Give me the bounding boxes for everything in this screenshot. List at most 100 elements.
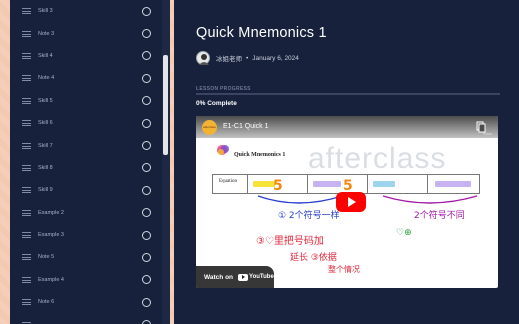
sidebar-scrollbar[interactable] <box>162 0 170 324</box>
sidebar-item[interactable]: Skill 6 <box>10 112 170 134</box>
completion-circle-icon[interactable] <box>142 141 151 151</box>
progress-bar <box>196 93 500 95</box>
completion-circle-icon[interactable] <box>142 185 151 195</box>
sidebar-item[interactable]: Example 4 <box>10 269 170 291</box>
completion-circle-icon[interactable] <box>142 6 151 16</box>
video-embed[interactable]: Quick Mnemonics 1 afterclass Equation 5 … <box>196 116 498 288</box>
completion-circle-icon[interactable] <box>142 96 151 106</box>
video-title[interactable]: E1-C1 Quick 1 <box>223 123 269 130</box>
lesson-list-icon <box>22 97 31 104</box>
highlight-purple <box>435 181 471 187</box>
share-label[interactable]: Share <box>483 132 492 136</box>
youtube-wordmark: YouTube <box>249 274 274 280</box>
equation-header-cell <box>213 175 248 193</box>
channel-logo[interactable]: afterclass <box>202 120 217 135</box>
equation-table: Equation 5 5 <box>212 174 480 194</box>
completion-circle-icon[interactable] <box>142 252 151 262</box>
sidebar-item[interactable]: Skill 7 <box>10 134 170 156</box>
lesson-list-icon <box>22 254 31 261</box>
sidebar-item[interactable] <box>10 313 170 324</box>
sidebar-item[interactable]: Example 2 <box>10 202 170 224</box>
completion-circle-icon[interactable] <box>142 51 151 61</box>
equation-label: Equation <box>219 179 238 184</box>
board-title: Quick Mnemonics 1 <box>234 152 286 158</box>
meta-separator: • <box>246 54 249 62</box>
sidebar-item[interactable]: Note 3 <box>10 22 170 44</box>
sidebar-item[interactable]: Skill 5 <box>10 90 170 112</box>
handwritten-five: 5 <box>273 178 283 194</box>
completion-circle-icon[interactable] <box>142 29 151 39</box>
sidebar-item-label: Skill 9 <box>38 187 53 194</box>
progress-label: LESSON PROGRESS <box>196 86 251 92</box>
sidebar-item[interactable]: Example 3 <box>10 224 170 246</box>
sidebar-item-label: Skill 4 <box>38 52 53 59</box>
lesson-title: Quick Mnemonics 1 <box>196 25 327 41</box>
highlight-blue <box>373 181 395 187</box>
completion-circle-icon[interactable] <box>142 320 151 324</box>
completion-circle-icon[interactable] <box>142 73 151 83</box>
blue-brace <box>257 195 343 204</box>
completion-circle-icon[interactable] <box>142 208 151 218</box>
handwritten-note: 整个情况 <box>328 265 360 274</box>
sidebar-item-label: Note 4 <box>38 75 55 82</box>
handwritten-note: ③♡里把号码加 <box>256 236 324 247</box>
lesson-list-icon <box>22 52 31 59</box>
highlight-purple <box>313 181 341 187</box>
completion-circle-icon[interactable] <box>142 275 151 285</box>
watermark: afterclass <box>308 142 447 175</box>
handwritten-note: ① 2个符号一样 <box>278 211 340 221</box>
sidebar-item[interactable]: Skill 9 <box>10 179 170 201</box>
lesson-list-icon <box>22 299 31 306</box>
lesson-list-icon <box>22 8 31 15</box>
completion-circle-icon[interactable] <box>142 163 151 173</box>
lesson-list-icon <box>22 209 31 216</box>
lesson-list-icon <box>22 164 31 171</box>
sidebar-item[interactable]: Skill 4 <box>10 45 170 67</box>
lesson-list-icon <box>22 75 31 82</box>
lesson-list-icon <box>22 30 31 37</box>
handwritten-note: 延长 ③依据 <box>290 253 337 263</box>
sidebar-scroll-thumb[interactable] <box>163 55 168 155</box>
lesson-list-icon <box>22 276 31 283</box>
sidebar-item[interactable]: Note 5 <box>10 246 170 268</box>
completion-circle-icon[interactable] <box>142 297 151 307</box>
sidebar-item-label: Skill 7 <box>38 142 53 149</box>
avatar-illustration-icon <box>199 54 209 65</box>
publish-date: January 6, 2024 <box>252 54 299 62</box>
sidebar-item-label: Skill 8 <box>38 164 53 171</box>
handwritten-note: 2个符号不同 <box>414 211 465 221</box>
math-logo-icon <box>217 145 229 155</box>
sidebar-item-label: Example 3 <box>38 232 64 239</box>
author-name[interactable]: 冰姐老师 <box>216 53 242 63</box>
lesson-list-icon <box>22 232 31 239</box>
sidebar-item-label: Example 2 <box>38 209 64 216</box>
sidebar-item-label: Skill 3 <box>38 8 53 15</box>
watch-on-label: Watch on <box>204 273 234 281</box>
lesson-list-icon <box>22 120 31 127</box>
purple-brace <box>382 195 478 204</box>
youtube-play-icon <box>238 273 249 281</box>
sidebar-item-label: Skill 5 <box>38 97 53 104</box>
author-meta: 冰姐老师 • January 6, 2024 <box>196 50 299 66</box>
sidebar-item-label: Note 5 <box>38 254 55 261</box>
progress-text: 0% Complete <box>196 100 237 107</box>
watch-on-youtube-button[interactable]: Watch on YouTube <box>196 266 274 288</box>
lesson-sidebar: Skill 3 Note 3 Skill 4 Note 4 Skill 5 Skill 6… <box>10 0 170 324</box>
sidebar-item-label: Skill 6 <box>38 120 53 127</box>
lesson-content: Quick Mnemonics 1 冰姐老师 • January 6, 2024… <box>174 0 519 324</box>
play-button[interactable] <box>336 192 366 212</box>
sidebar-item[interactable]: Note 6 <box>10 291 170 313</box>
lesson-list-icon <box>22 142 31 149</box>
sidebar-item[interactable]: Skill 8 <box>10 157 170 179</box>
completion-circle-icon[interactable] <box>142 118 151 128</box>
sidebar-item[interactable]: Skill 3 <box>10 0 170 22</box>
highlight-yellow <box>253 181 275 187</box>
completion-circle-icon[interactable] <box>142 230 151 240</box>
lesson-list-icon <box>22 187 31 194</box>
sidebar-item-label: Note 6 <box>38 299 55 306</box>
sidebar-item[interactable]: Note 4 <box>10 67 170 89</box>
sidebar-item-label: Note 3 <box>38 30 55 37</box>
youtube-logo: YouTube <box>238 273 274 281</box>
sidebar-item-label: Example 4 <box>38 276 64 283</box>
avatar[interactable] <box>196 51 210 65</box>
